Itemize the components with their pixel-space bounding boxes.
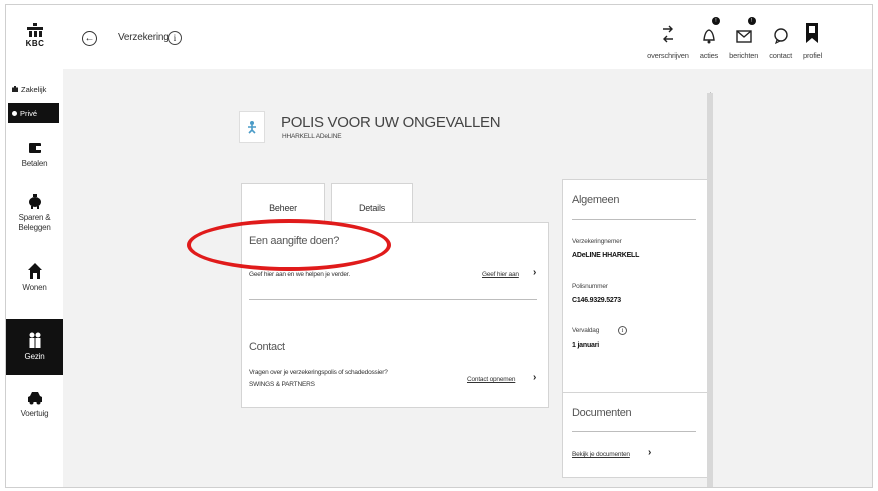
sidebar-item-voertuig[interactable]: Voertuig — [6, 391, 63, 435]
nav-label: contact — [769, 51, 792, 60]
divider — [249, 299, 537, 300]
piggybank-icon — [28, 194, 41, 209]
nav-contact[interactable]: contact — [769, 15, 792, 60]
nav-label: profiel — [802, 51, 822, 60]
sidebar-item-betalen[interactable]: Betalen — [6, 141, 63, 183]
divider — [572, 431, 696, 432]
logo-text: KBC — [25, 39, 45, 48]
sidebar-item-gezin[interactable]: Gezin — [6, 319, 63, 375]
accident-icon — [248, 121, 256, 134]
info-value: C146.9329.5273 — [572, 297, 621, 304]
info-key: Vervaldag — [572, 327, 600, 334]
sidebar: Zakelijk Privé Betalen Sparen & Beleggen… — [6, 69, 63, 487]
policy-icon — [239, 111, 265, 143]
documenten-card: Documenten Bekijk je documenten › — [562, 392, 708, 478]
info-value: ADeLINE HHARKELL — [572, 252, 640, 259]
main-content: POLIS VOOR UW ONGEVALLEN HHARKELL ADeLIN… — [63, 69, 872, 487]
briefcase-icon — [12, 86, 18, 92]
notification-badge: ! — [747, 17, 756, 25]
algemeen-title: Algemeen — [572, 194, 620, 206]
highlight-annotation — [187, 219, 391, 271]
top-header: KBC ← Verzekering i overschrijven ! acti… — [6, 5, 872, 69]
radio-dot-icon — [12, 110, 17, 116]
sidebar-item-label: Voertuig — [20, 409, 49, 418]
info-key: Polisnummer — [572, 283, 608, 290]
aangifte-text: Geef hier aan en we helpen je verder. — [249, 271, 351, 278]
contact-company: SWINGS & PARTNERS — [249, 381, 315, 388]
algemeen-card: Algemeen Verzekeringnemer ADeLINE HHARKE… — [562, 179, 708, 395]
aangifte-link[interactable]: Geef hier aan — [482, 271, 519, 278]
sidebar-item-label: Gezin — [24, 352, 45, 361]
chevron-right-icon[interactable]: › — [533, 267, 536, 278]
contact-title: Contact — [249, 341, 285, 353]
page-title: POLIS VOOR UW ONGEVALLEN — [281, 114, 501, 131]
tab-details[interactable]: Details — [331, 183, 413, 223]
kbc-logo[interactable]: KBC — [22, 23, 48, 48]
sidebar-item-label: Betalen — [21, 159, 48, 168]
segment-zakelijk[interactable]: Zakelijk — [8, 79, 59, 99]
documenten-link[interactable]: Bekijk je documenten — [572, 451, 630, 458]
nav-label: berichten — [729, 51, 759, 60]
notification-badge: ! — [711, 17, 720, 25]
contact-link[interactable]: Contact opnemen — [467, 376, 516, 383]
sidebar-item-sparen[interactable]: Sparen & Beleggen — [6, 193, 63, 249]
nav-berichten[interactable]: ! berichten — [729, 15, 758, 60]
divider — [572, 219, 696, 220]
segment-label: Zakelijk — [21, 84, 47, 94]
house-icon — [27, 263, 42, 279]
nav-profiel[interactable]: profiel — [803, 15, 822, 60]
nav-label: acties — [699, 51, 719, 60]
info-value: 1 januari — [572, 342, 599, 349]
app-window: KBC ← Verzekering i overschrijven ! acti… — [5, 4, 873, 488]
chat-icon — [773, 15, 789, 45]
back-arrow-icon[interactable]: ← — [82, 31, 97, 46]
documenten-title: Documenten — [572, 407, 632, 419]
breadcrumb: Verzekering — [118, 32, 169, 43]
tab-beheer[interactable]: Beheer — [241, 183, 325, 223]
kbc-logo-icon — [27, 23, 43, 37]
car-icon — [27, 392, 42, 405]
info-icon[interactable]: i — [618, 326, 627, 335]
top-navigation: overschrijven ! acties ! berichten conta… — [636, 15, 822, 60]
segment-label: Privé — [20, 108, 38, 118]
policy-holder: HHARKELL ADeLINE — [282, 133, 342, 140]
segment-prive[interactable]: Privé — [8, 103, 59, 123]
sidebar-item-wonen[interactable]: Wonen — [6, 263, 63, 307]
nav-acties[interactable]: ! acties — [699, 15, 720, 60]
transfer-icon — [660, 15, 676, 45]
info-key: Verzekeringnemer — [572, 238, 622, 245]
sidebar-item-label: Wonen — [22, 283, 47, 292]
wallet-icon — [28, 143, 41, 153]
contact-question: Vragen over je verzekeringspolis of scha… — [249, 369, 388, 376]
scrollbar[interactable] — [707, 93, 713, 487]
chevron-right-icon[interactable]: › — [648, 447, 651, 458]
nav-label: overschrijven — [647, 51, 689, 60]
chevron-right-icon[interactable]: › — [533, 372, 536, 383]
bell-icon: ! — [701, 15, 720, 45]
family-icon — [29, 332, 40, 348]
nav-overschrijven[interactable]: overschrijven — [647, 15, 689, 60]
sidebar-item-label: Sparen & Beleggen — [18, 213, 51, 232]
info-icon[interactable]: i — [168, 31, 182, 45]
mail-icon: ! — [735, 15, 756, 45]
profile-icon — [804, 15, 820, 45]
